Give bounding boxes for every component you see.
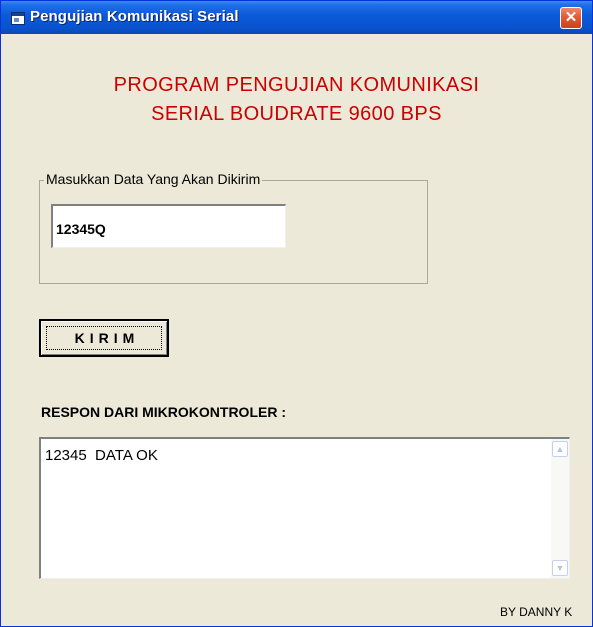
kirim-button[interactable]: KIRIM [39, 319, 169, 357]
title-bar[interactable]: Pengujian Komunikasi Serial ✕ [1, 1, 592, 34]
window-title: Pengujian Komunikasi Serial [30, 8, 239, 25]
kirim-button-label: KIRIM [74, 330, 140, 346]
vertical-scrollbar[interactable]: ▲ ▼ [551, 439, 569, 578]
program-title-line-1: PROGRAM PENGUJIAN KOMUNIKASI [113, 74, 480, 96]
data-input[interactable] [51, 204, 286, 248]
chevron-up-icon: ▲ [555, 444, 565, 454]
app-window: Pengujian Komunikasi Serial ✕ PROGRAM PE… [0, 0, 593, 627]
client-area: PROGRAM PENGUJIAN KOMUNIKASI SERIAL BOUD… [1, 34, 592, 626]
input-groupbox-label: Masukkan Data Yang Akan Dikirim [44, 171, 263, 187]
close-icon: ✕ [564, 9, 578, 26]
author-signature: BY DANNY K [500, 605, 573, 619]
scroll-up-button[interactable]: ▲ [552, 441, 568, 457]
response-textarea[interactable]: 12345 DATA OK ▲ ▼ [39, 437, 570, 579]
scroll-down-button[interactable]: ▼ [552, 560, 568, 576]
program-title-line-2: SERIAL BOUDRATE 9600 BPS [151, 103, 442, 125]
chevron-down-icon: ▼ [555, 563, 565, 573]
close-button[interactable]: ✕ [560, 7, 582, 29]
response-label: RESPON DARI MIKROKONTROLER : [41, 404, 286, 420]
app-window-icon [11, 12, 25, 25]
response-text: 12345 DATA OK [45, 447, 158, 464]
